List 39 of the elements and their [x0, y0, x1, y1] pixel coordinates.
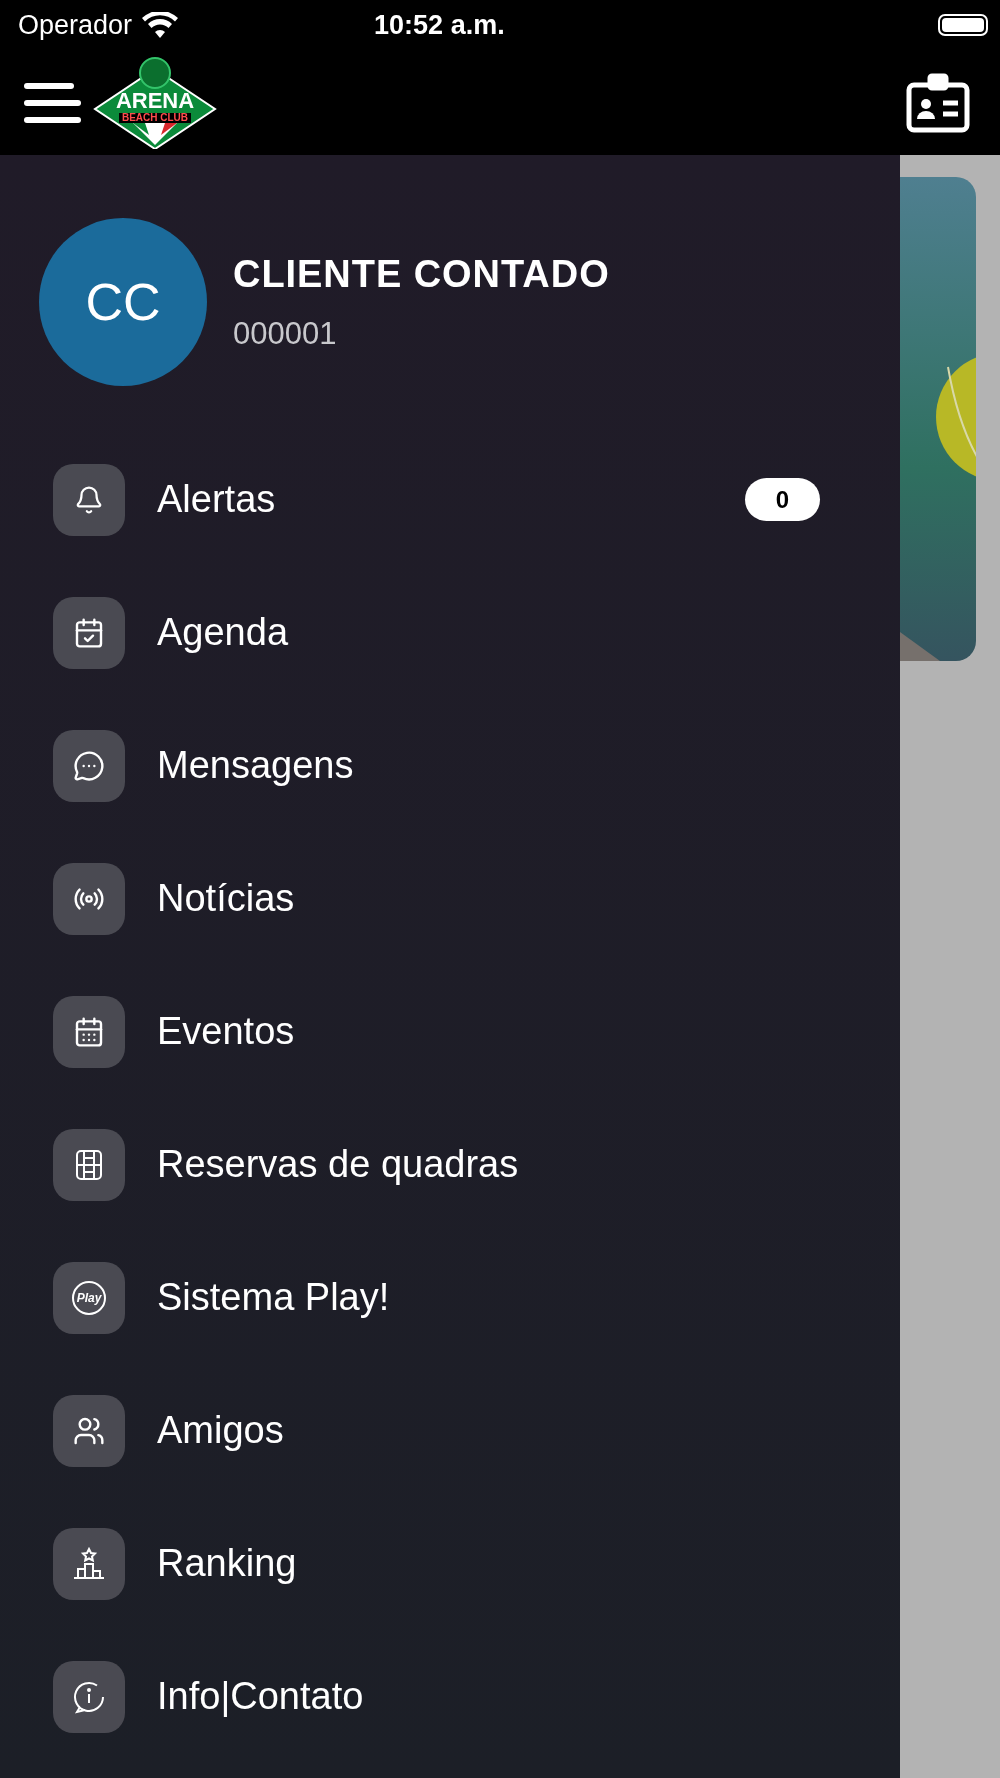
menu-item[interactable]: Amigos [0, 1364, 900, 1497]
menu-item[interactable]: Play Sistema Play! [0, 1231, 900, 1364]
menu-item[interactable]: Agenda [0, 566, 900, 699]
menu-label: Alertas [157, 477, 276, 522]
menu-item[interactable]: Ranking [0, 1497, 900, 1630]
menu-label: Reservas de quadras [157, 1142, 519, 1187]
menu-label: Notícias [157, 876, 295, 921]
info-icon [72, 1679, 106, 1714]
logo-wordmark: ARENA [115, 89, 195, 112]
count-badge: 0 [745, 478, 820, 521]
calendar-icon [73, 1015, 105, 1048]
menu-label: Ranking [157, 1541, 297, 1586]
menu-icon[interactable] [24, 82, 81, 123]
menu-label: Agenda [157, 610, 288, 655]
menu-item[interactable]: Reservas de quadras [0, 1098, 900, 1231]
calendar-check-icon [73, 616, 105, 649]
menu-label: Eventos [157, 1009, 295, 1054]
menu-label: Amigos [157, 1408, 284, 1453]
logo-tagline: BEACH CLUB [118, 112, 192, 123]
battery-icon [938, 14, 988, 36]
user-code: 000001 [233, 315, 338, 354]
court-icon [74, 1148, 104, 1181]
menu-label: Sistema Play! [157, 1275, 390, 1320]
menu-item[interactable]: Info|Contato [0, 1630, 900, 1763]
menu-item[interactable]: Mensagens [0, 699, 900, 832]
chat-icon [73, 749, 105, 782]
play-icon: Play [72, 1280, 106, 1315]
wifi-icon [142, 12, 179, 38]
id-card-icon[interactable] [906, 72, 970, 133]
menu-item[interactable]: Eventos [0, 965, 900, 1098]
menu-item[interactable]: Notícias [0, 832, 900, 965]
carrier-label: Operador [18, 8, 133, 42]
podium-icon [72, 1546, 106, 1581]
clock-time: 10:52 a.m. [374, 8, 505, 42]
menu-item[interactable]: Alertas 0 [0, 433, 900, 566]
bell-icon [74, 484, 104, 515]
menu-label: Mensagens [157, 743, 354, 788]
user-name: CLIENTE CONTADO [233, 252, 610, 298]
menu-label: Info|Contato [157, 1674, 364, 1719]
